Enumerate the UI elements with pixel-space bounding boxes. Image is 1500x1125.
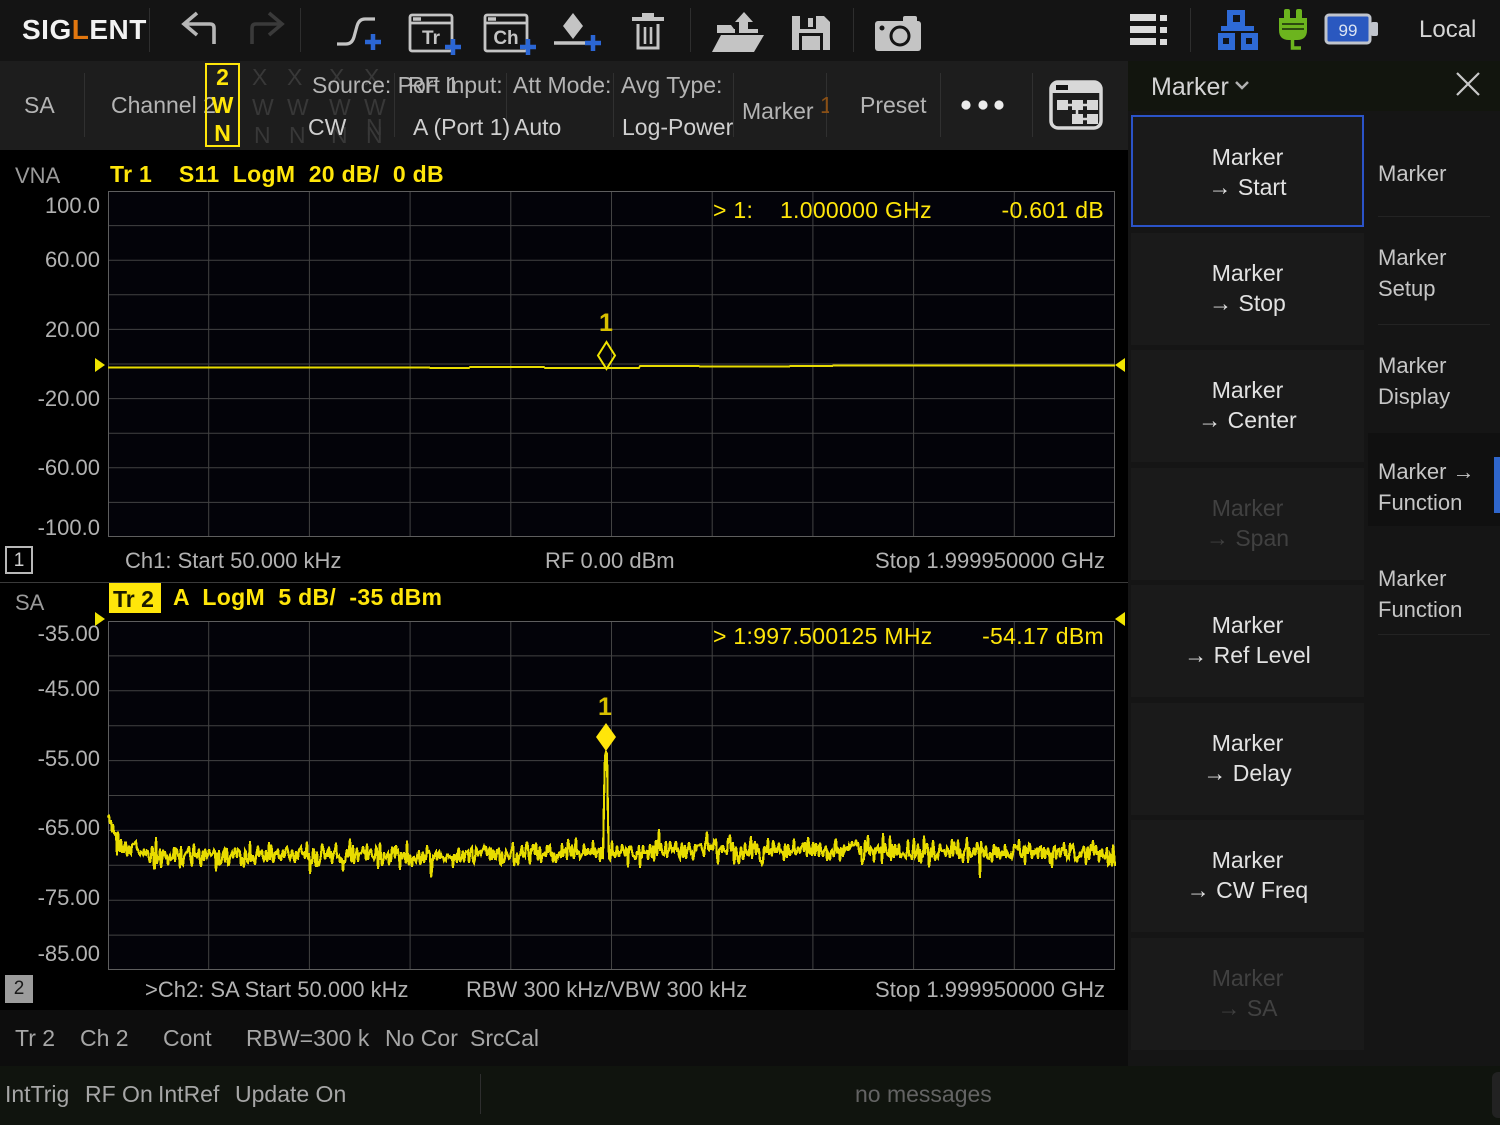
svg-text:1: 1 — [598, 693, 612, 721]
svg-text:1: 1 — [599, 309, 613, 337]
svg-text:Tr: Tr — [422, 28, 441, 49]
svg-text:Ch: Ch — [493, 28, 518, 49]
svg-text:99: 99 — [1339, 21, 1358, 40]
